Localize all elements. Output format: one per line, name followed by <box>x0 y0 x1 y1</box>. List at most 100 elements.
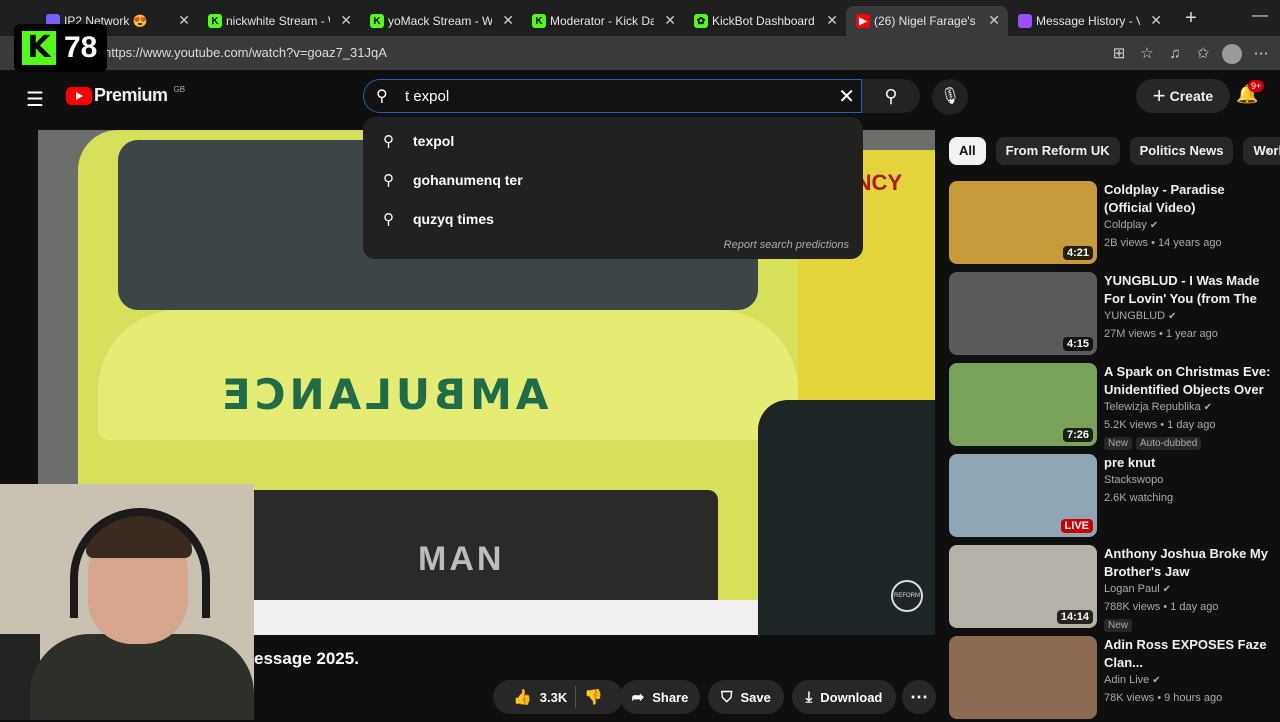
browser-tab[interactable]: ✿ KickBot Dashboard ✕ <box>684 6 846 36</box>
man-logo-text: MAN <box>418 540 505 578</box>
suggestion-item[interactable]: ⚲ gohanumenq ter <box>363 162 863 198</box>
duration-badge: 7:26 <box>1062 428 1093 442</box>
suggestion-item[interactable]: ⚲ texpol <box>363 123 863 159</box>
thumbs-down-icon[interactable]: 👎 <box>584 688 603 706</box>
browser-tab[interactable]: K Moderator - Kick Dashb ✕ <box>522 6 684 36</box>
apps-icon[interactable]: ⊞ <box>1110 45 1128 63</box>
verified-icon: ✔ <box>1168 311 1177 322</box>
channel-name[interactable]: Telewizja Republika ✔ <box>1104 401 1212 413</box>
new-tab-icon[interactable]: + <box>1176 7 1206 30</box>
recommendation-item[interactable]: 7:26 A Spark on Christmas Eve: Unidentif… <box>949 363 1279 450</box>
video-title-main: essage 2025. <box>254 649 359 668</box>
video-title[interactable]: Anthony Joshua Broke My Brother's Jaw <box>1104 545 1276 581</box>
save-label: Save <box>740 689 771 705</box>
verified-icon: ✔ <box>1152 675 1161 686</box>
video-meta: 5.2K views • 1 day ago <box>1104 419 1216 431</box>
video-thumbnail[interactable]: 4:15 <box>949 272 1097 355</box>
chip-politics-news[interactable]: Politics News <box>1129 137 1234 165</box>
tab-close-icon[interactable]: ✕ <box>988 12 1000 29</box>
tab-close-icon[interactable]: ✕ <box>826 12 838 29</box>
tab-title: Message History - VoxB <box>1036 14 1140 28</box>
video-thumbnail[interactable]: 4:21 <box>949 181 1097 264</box>
video-meta: 788K views • 1 day ago <box>1104 601 1219 613</box>
browser-tab-active[interactable]: ▶ (26) Nigel Farage's Chri ✕ <box>846 6 1008 36</box>
video-title[interactable]: Coldplay - Paradise (Official Video) <box>1104 181 1276 217</box>
voxbot-favicon-icon <box>1018 14 1032 28</box>
plus-icon: + <box>1152 83 1166 108</box>
person-body-shape <box>30 634 254 720</box>
chip-all[interactable]: All <box>949 137 986 165</box>
video-thumbnail[interactable]: 7:26 <box>949 363 1097 446</box>
like-count[interactable]: 3.3K <box>540 690 567 705</box>
browser-tab[interactable]: Message History - VoxB ✕ <box>1008 6 1170 36</box>
video-title[interactable]: Adin Ross EXPOSES Faze Clan... <box>1104 636 1276 672</box>
new-badge: New <box>1104 619 1133 632</box>
divider <box>575 686 577 708</box>
suggestion-item[interactable]: ⚲ quzyq times <box>363 201 863 237</box>
voice-search-button[interactable]: 🎙 <box>932 79 968 115</box>
video-meta: 2.6K watching <box>1104 492 1174 504</box>
browser-tab[interactable]: K yoMack Stream - Watch ✕ <box>360 6 522 36</box>
tab-title: yoMack Stream - Watch <box>388 14 492 28</box>
video-tags: New Auto-dubbed <box>1104 437 1202 450</box>
profile-avatar[interactable] <box>1222 44 1242 64</box>
search-icon: ⚲ <box>383 133 394 150</box>
notifications-button[interactable]: 🔔 9+ <box>1236 80 1265 105</box>
tab-close-icon[interactable]: ✕ <box>1150 12 1162 29</box>
tab-title: Moderator - Kick Dashb <box>550 14 654 28</box>
recommendation-item[interactable]: 4:21 Coldplay - Paradise (Official Video… <box>949 181 1279 267</box>
recommendation-item[interactable]: 14:14 Anthony Joshua Broke My Brother's … <box>949 545 1279 632</box>
clear-search-icon[interactable]: ✕ <box>838 84 855 109</box>
channel-name[interactable]: Adin Live ✔ <box>1104 674 1161 686</box>
video-thumbnail[interactable]: LIVE <box>949 454 1097 537</box>
chevron-right-icon[interactable]: › <box>1266 142 1271 158</box>
recommendation-item[interactable]: 4:15 YUNGBLUD - I Was Made For Lovin' Yo… <box>949 272 1279 358</box>
favorites-icon[interactable]: ✩ <box>1194 45 1212 63</box>
browser-tab[interactable]: K nickwhite Stream - Watc ✕ <box>198 6 360 36</box>
media-icon[interactable]: ♫ <box>1166 45 1184 63</box>
youtube-logo[interactable]: Premium GB <box>66 85 185 106</box>
tab-close-icon[interactable]: ✕ <box>340 12 352 29</box>
thumbs-up-icon[interactable]: 👍 <box>513 688 532 706</box>
url-field[interactable]: https://www.youtube.com/watch?v=goaz7_31… <box>104 45 387 60</box>
create-button[interactable]: + Create <box>1136 79 1230 113</box>
tab-close-icon[interactable]: ✕ <box>502 12 514 29</box>
hamburger-menu-icon[interactable]: ☰ <box>26 87 44 112</box>
share-button[interactable]: ➦ Share <box>620 680 700 714</box>
region-code: GB <box>173 85 186 94</box>
video-thumbnail[interactable] <box>949 636 1097 719</box>
more-actions-button[interactable]: ⋯ <box>902 680 936 714</box>
tab-close-icon[interactable]: ✕ <box>178 12 190 29</box>
channel-name[interactable]: Logan Paul ✔ <box>1104 583 1171 595</box>
search-icon: ⚲ <box>383 211 394 228</box>
video-meta: 2B views • 14 years ago <box>1104 237 1222 249</box>
search-box[interactable]: ⚲ t expol ✕ <box>363 79 862 113</box>
bookmark-star-icon[interactable]: ☆ <box>1138 45 1156 63</box>
video-title[interactable]: YUNGBLUD - I Was Made For Lovin' You (fr… <box>1104 272 1276 308</box>
video-title[interactable]: A Spark on Christmas Eve: Unidentified O… <box>1104 363 1276 399</box>
kick-viewer-overlay: K 78 <box>14 24 107 72</box>
recommendation-item[interactable]: LIVE pre knut Stackswopo 2.6K watching <box>949 454 1279 540</box>
save-button[interactable]: ⛉ Save <box>708 680 784 714</box>
search-button[interactable]: ⚲ <box>862 79 920 113</box>
recommendation-item[interactable]: Adin Ross EXPOSES Faze Clan... Adin Live… <box>949 636 1279 722</box>
viewer-count: 78 <box>64 31 98 64</box>
minimize-icon[interactable]: — <box>1240 0 1280 36</box>
search-icon: ⚲ <box>884 86 898 106</box>
chip-world[interactable]: World <box>1243 137 1280 165</box>
video-title[interactable]: pre knut <box>1104 454 1276 472</box>
chip-reform-uk[interactable]: From Reform UK <box>995 137 1120 165</box>
report-predictions-link[interactable]: Report search predictions <box>724 239 849 251</box>
video-tags: New <box>1104 619 1133 632</box>
tab-close-icon[interactable]: ✕ <box>664 12 676 29</box>
channel-name[interactable]: YUNGBLUD ✔ <box>1104 310 1177 322</box>
download-button[interactable]: ⤓ Download <box>792 680 896 714</box>
kick-favicon-icon: K <box>370 14 384 28</box>
youtube-favicon-icon: ▶ <box>856 14 870 28</box>
channel-name[interactable]: Stackswopo <box>1104 474 1163 486</box>
video-thumbnail[interactable]: 14:14 <box>949 545 1097 628</box>
menu-dots-icon[interactable]: ⋯ <box>1252 45 1270 63</box>
channel-name[interactable]: Coldplay ✔ <box>1104 219 1158 231</box>
suggestion-text: quzyq times <box>413 211 494 227</box>
search-input[interactable]: t expol <box>405 88 449 105</box>
